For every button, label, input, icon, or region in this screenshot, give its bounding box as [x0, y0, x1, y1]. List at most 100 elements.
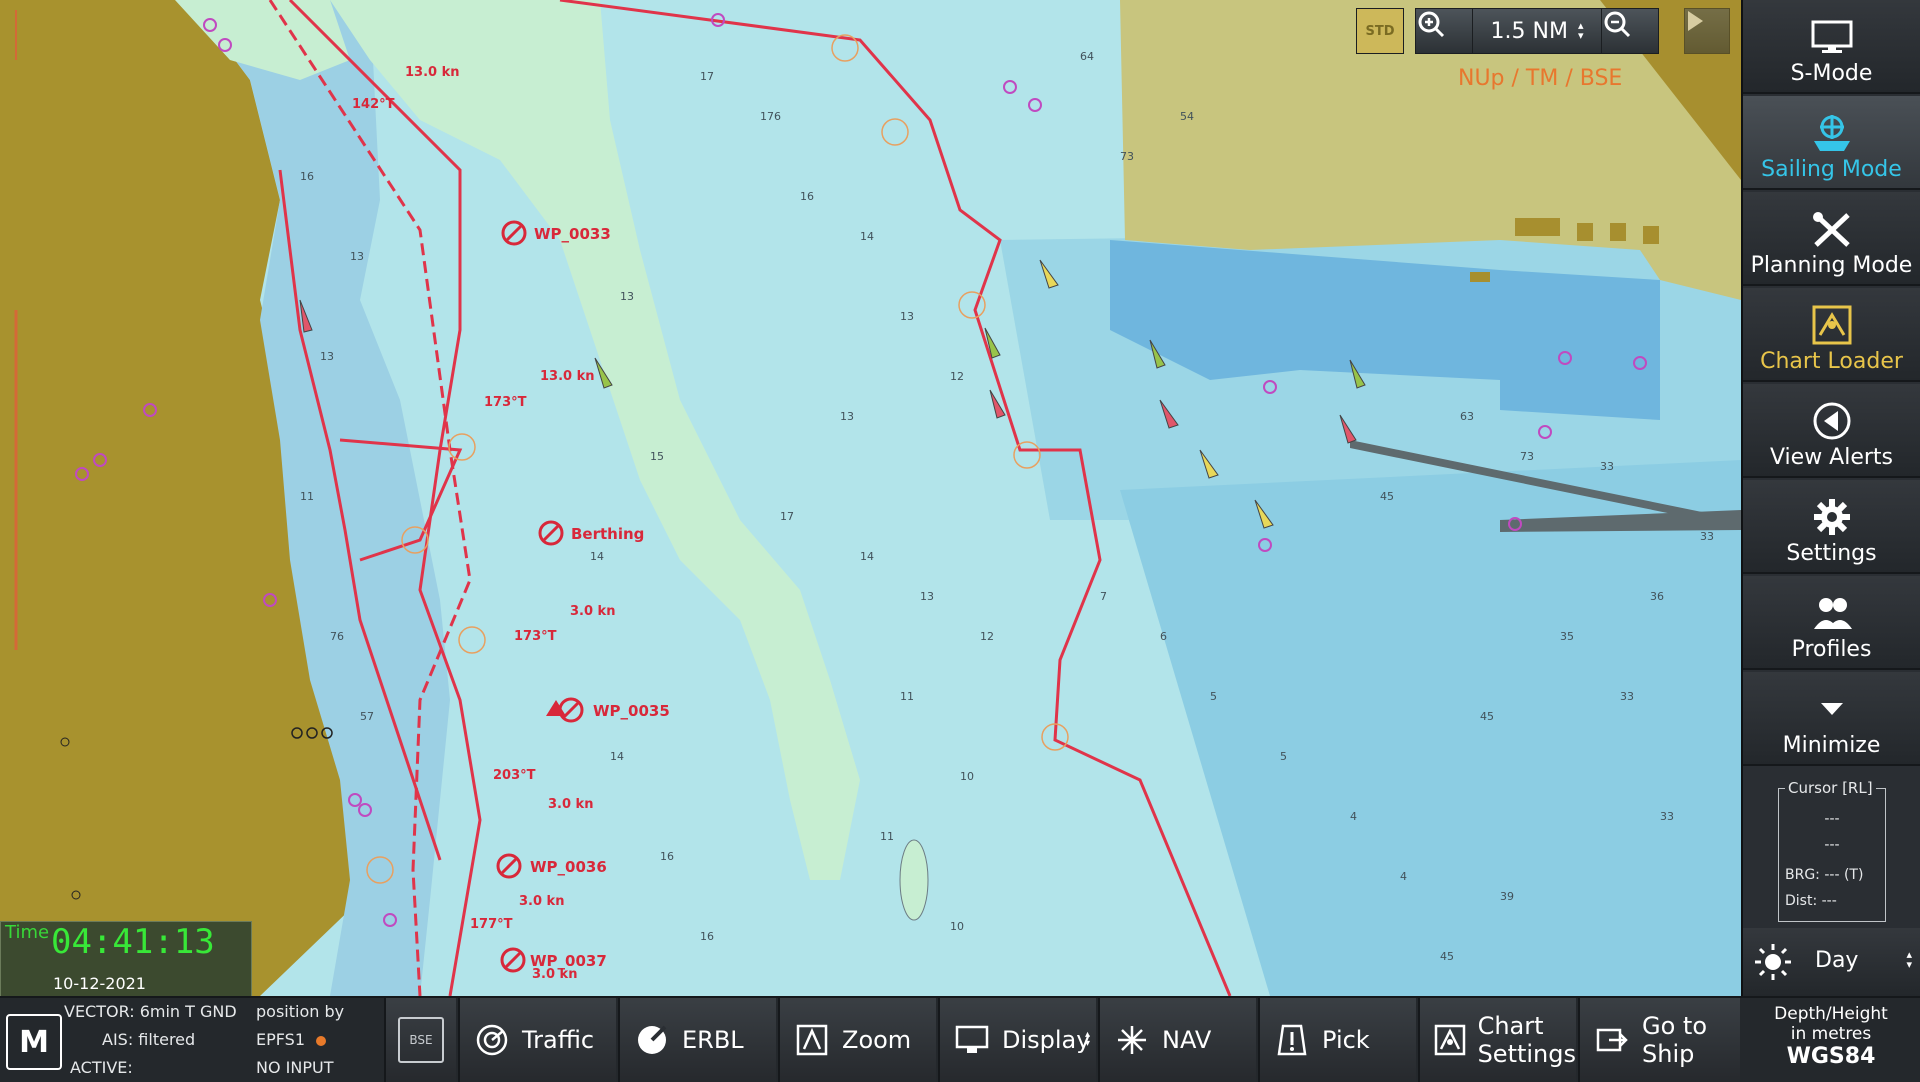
time-label: Time	[5, 922, 50, 943]
minimize-label: Minimize	[1782, 733, 1881, 758]
zoom-in-button[interactable]	[1415, 8, 1473, 54]
nav-star-icon	[1118, 1026, 1146, 1054]
go-to-ship-label-line2: Ship	[1642, 1040, 1695, 1068]
chart-settings-button[interactable]: Chart Settings	[1418, 998, 1576, 1082]
svg-text:33: 33	[1600, 460, 1614, 473]
menu-button[interactable]: M	[6, 1014, 62, 1070]
waypoint-label[interactable]: Berthing	[571, 525, 644, 543]
leg-speed-label: 13.0 kn	[540, 369, 595, 384]
bse-label: BSE	[409, 1033, 433, 1047]
go-to-ship-button[interactable]: Go to Ship	[1578, 998, 1740, 1082]
waypoint-label[interactable]: WP_0036	[530, 858, 607, 876]
svg-text:14: 14	[860, 230, 874, 243]
settings-button[interactable]: Settings	[1743, 480, 1920, 574]
svg-text:16: 16	[700, 930, 714, 943]
svg-text:14: 14	[610, 750, 624, 763]
erbl-icon	[638, 1025, 667, 1054]
std-display-button[interactable]: STD	[1356, 8, 1404, 54]
svg-text:7: 7	[1100, 590, 1107, 603]
scale-range-select[interactable]: 1.5 NM ▴ ▾	[1472, 8, 1602, 54]
display-monitor-icon	[955, 1025, 989, 1053]
zoom-out-button[interactable]	[1601, 8, 1659, 54]
svg-text:39: 39	[1500, 890, 1514, 903]
sailing-mode-button[interactable]: Sailing Mode	[1743, 96, 1920, 190]
expand-panel-button[interactable]	[1684, 8, 1730, 54]
minimize-button[interactable]: Minimize	[1743, 672, 1920, 766]
sun-icon	[1755, 944, 1791, 980]
erbl-button[interactable]: ERBL	[618, 998, 776, 1082]
depth-units-line2: in metres	[1790, 1024, 1872, 1044]
sensor-status-dot-icon	[316, 1036, 326, 1046]
time-panel: Time 04:41:13 10-12-2021	[0, 921, 252, 996]
spinner-icon: ▴ ▾	[1577, 19, 1584, 42]
waypoint-label[interactable]: WP_0033	[534, 225, 611, 243]
svg-text:176: 176	[760, 110, 781, 123]
svg-text:15: 15	[650, 450, 664, 463]
svg-text:45: 45	[1440, 950, 1454, 963]
bse-button[interactable]: BSE	[384, 998, 456, 1082]
bottom-toolbar: M VECTOR: 6min T GND AIS: filtered ACTIV…	[0, 996, 1920, 1082]
zoom-frame-icon	[796, 1024, 828, 1056]
spinner-icon: ▴ ▾	[1906, 948, 1912, 971]
datum-label: WGS84	[1786, 1044, 1876, 1069]
svg-text:13: 13	[840, 410, 854, 423]
sailing-mode-label: Sailing Mode	[1761, 157, 1902, 182]
day-mode-label: Day	[1815, 948, 1859, 973]
svg-text:4: 4	[1400, 870, 1407, 883]
leg-course-label: 142°T	[352, 97, 395, 112]
chart-loader-icon	[1812, 305, 1851, 345]
display-button[interactable]: Display ▴ ▾	[938, 998, 1096, 1082]
nautical-chart[interactable]: WP_0033 Berthing WP_0035 WP_0036 WP_0037…	[0, 0, 1741, 996]
svg-text:16: 16	[300, 170, 314, 183]
chart-settings-label-line1: Chart	[1477, 1012, 1544, 1040]
svg-text:57: 57	[360, 710, 374, 723]
svg-text:73: 73	[1120, 150, 1134, 163]
svg-text:11: 11	[880, 830, 894, 843]
planning-mode-button[interactable]: Planning Mode	[1743, 192, 1920, 286]
profiles-button[interactable]: Profiles	[1743, 576, 1920, 670]
svg-text:64: 64	[1080, 50, 1094, 63]
cursor-title: Cursor [RL]	[1785, 779, 1876, 797]
chart-area[interactable]: WP_0033 Berthing WP_0035 WP_0036 WP_0037…	[0, 0, 1741, 996]
svg-text:76: 76	[330, 630, 344, 643]
people-icon	[1813, 598, 1852, 629]
zoom-button[interactable]: Zoom	[778, 998, 936, 1082]
svg-text:13: 13	[350, 250, 364, 263]
s-mode-label: S-Mode	[1790, 61, 1873, 86]
orientation-mode-label[interactable]: NUp / TM / BSE	[1458, 66, 1622, 91]
chart-settings-label: Chart Settings	[1478, 1012, 1576, 1068]
svg-text:5: 5	[1210, 690, 1217, 703]
nav-label: NAV	[1162, 1026, 1212, 1054]
traffic-button[interactable]: Traffic	[458, 998, 616, 1082]
svg-text:17: 17	[700, 70, 714, 83]
gear-icon	[1813, 499, 1850, 535]
zoom-in-icon	[1418, 11, 1445, 38]
pick-button[interactable]: Pick	[1258, 998, 1416, 1082]
std-label: STD	[1365, 23, 1395, 39]
view-alerts-label: View Alerts	[1769, 445, 1894, 470]
svg-text:12: 12	[950, 370, 964, 383]
svg-text:63: 63	[1460, 410, 1474, 423]
planning-mode-label: Planning Mode	[1750, 253, 1913, 278]
svg-text:10: 10	[950, 920, 964, 933]
day-night-select[interactable]: Day ▴ ▾	[1743, 928, 1920, 996]
svg-text:33: 33	[1700, 530, 1714, 543]
cursor-readout: Cursor [RL] --- --- BRG: --- (T) Dist: -…	[1778, 779, 1886, 922]
svg-text:45: 45	[1380, 490, 1394, 503]
svg-text:45: 45	[1480, 710, 1494, 723]
chart-loader-label: Chart Loader	[1760, 349, 1903, 374]
chart-loader-button[interactable]: Chart Loader	[1743, 288, 1920, 382]
go-to-ship-label: Go to Ship	[1642, 1012, 1707, 1068]
depth-units-panel: Depth/Height in metres WGS84	[1742, 998, 1920, 1082]
display-label: Display	[1002, 1026, 1091, 1054]
view-alerts-button[interactable]: View Alerts	[1743, 384, 1920, 478]
waypoint-label[interactable]: WP_0035	[593, 702, 670, 720]
time-value: 04:41:13	[51, 922, 215, 962]
svg-text:73: 73	[1520, 450, 1534, 463]
svg-text:13: 13	[620, 290, 634, 303]
cursor-line-2: ---	[1824, 837, 1840, 853]
s-mode-button[interactable]: S-Mode	[1743, 0, 1920, 94]
nav-button[interactable]: NAV	[1098, 998, 1256, 1082]
svg-text:13: 13	[320, 350, 334, 363]
scale-value: 1.5 NM	[1490, 18, 1568, 44]
